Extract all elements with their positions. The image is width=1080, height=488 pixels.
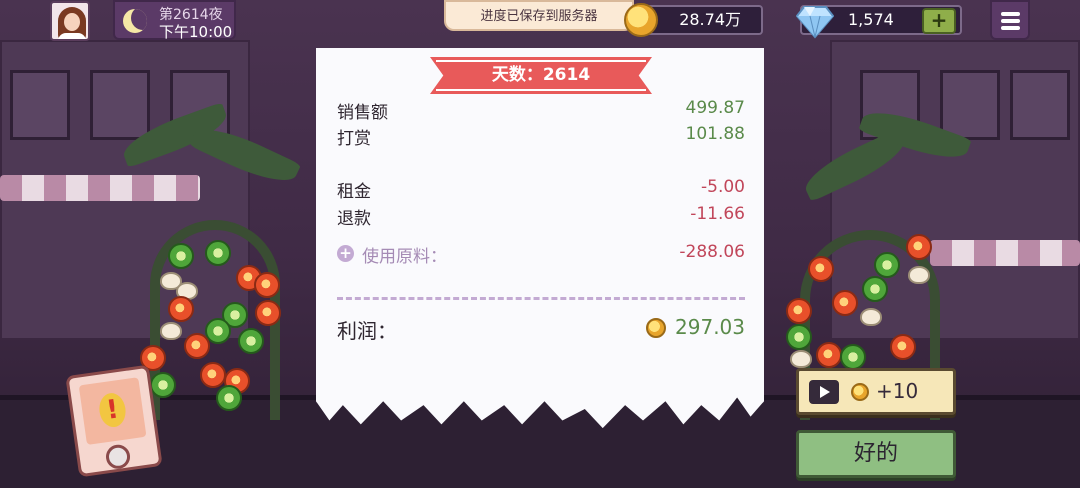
- phone-home-icon: [104, 443, 132, 471]
- player-avatar[interactable]: [50, 1, 90, 41]
- coin-icon: [624, 3, 658, 37]
- striped-awning: [930, 240, 1080, 266]
- pepper-slice: [238, 328, 264, 354]
- window: [90, 70, 150, 140]
- tomato-slice: [786, 298, 812, 324]
- pepper-slice: [216, 385, 242, 411]
- window: [940, 70, 1000, 140]
- ingredients-value: -288.06: [679, 242, 745, 262]
- clock-time: 下午10:00: [159, 23, 233, 41]
- sales-label: 销售额: [337, 103, 388, 123]
- rent-label: 租金: [337, 182, 371, 202]
- tomato-slice: [808, 256, 834, 282]
- tips-label: 打赏: [337, 129, 371, 149]
- watch-ad-button[interactable]: +10: [796, 368, 956, 415]
- refund-row: 退款 -11.66: [337, 204, 745, 229]
- pepper-slice: [862, 276, 888, 302]
- profit-label: 利润：: [337, 319, 397, 343]
- ad-reward-label: +10: [876, 379, 919, 403]
- pepper-slice: [840, 344, 866, 370]
- refund-label: 退款: [337, 209, 371, 229]
- pepper-slice: [205, 240, 231, 266]
- diamond-icon: [796, 6, 834, 39]
- tomato-slice: [890, 334, 916, 360]
- tomato-slice: [255, 300, 281, 326]
- hamburger-icon: [1001, 12, 1020, 16]
- tips-value: 101.88: [685, 124, 745, 144]
- rent-value: -5.00: [701, 177, 745, 197]
- moon-icon: [123, 9, 147, 33]
- tomato-slice: [168, 296, 194, 322]
- pepper-slice: [786, 324, 812, 350]
- expand-plus-icon[interactable]: +: [337, 245, 354, 262]
- tomato-slice: [184, 333, 210, 359]
- alert-phone-button[interactable]: !: [65, 364, 163, 478]
- rent-row: 租金 -5.00: [337, 177, 745, 202]
- ingredients-row[interactable]: + 使用原料： -288.06: [337, 242, 745, 267]
- save-toast: 进度已保存到服务器: [444, 0, 634, 31]
- day-banner-text: 天数：2614: [491, 65, 591, 85]
- garlic-clove: [160, 322, 182, 340]
- ingredients-label: 使用原料：: [362, 247, 447, 267]
- coin-icon: [646, 318, 666, 338]
- refund-value: -11.66: [690, 204, 745, 224]
- gem-balance: 1,574 +: [796, 5, 962, 39]
- exclamation-icon: !: [97, 391, 128, 429]
- garlic-clove: [908, 266, 930, 284]
- sales-row: 销售额 499.87: [337, 98, 745, 123]
- pepper-slice: [168, 243, 194, 269]
- pepper-slice: [874, 252, 900, 278]
- pepper-slice: [150, 372, 176, 398]
- coin-amount: 28.74万: [679, 10, 741, 29]
- profit-value: 297.03: [675, 315, 745, 339]
- coin-icon: [851, 383, 869, 401]
- tomato-slice: [906, 234, 932, 260]
- add-gems-button[interactable]: +: [922, 8, 956, 34]
- tomato-slice: [200, 362, 226, 388]
- garlic-clove: [860, 308, 882, 326]
- tomato-slice: [816, 342, 842, 368]
- coin-balance: 28.74万: [624, 3, 763, 37]
- garlic-clove: [790, 350, 812, 368]
- gem-amount: 1,574: [848, 10, 894, 29]
- day-time-panel: 第2614夜 下午10:00: [113, 0, 236, 41]
- sales-value: 499.87: [685, 98, 745, 118]
- ok-button[interactable]: 好的: [796, 430, 956, 478]
- menu-button[interactable]: [990, 0, 1030, 40]
- tomato-slice: [832, 290, 858, 316]
- striped-awning: [0, 175, 200, 201]
- day-banner: 天数：2614: [430, 57, 652, 94]
- dashed-divider: [337, 297, 745, 300]
- video-play-icon: [809, 380, 839, 404]
- tips-row: 打赏 101.88: [337, 124, 745, 149]
- window: [1010, 70, 1070, 140]
- tomato-slice: [254, 272, 280, 298]
- window: [10, 70, 70, 140]
